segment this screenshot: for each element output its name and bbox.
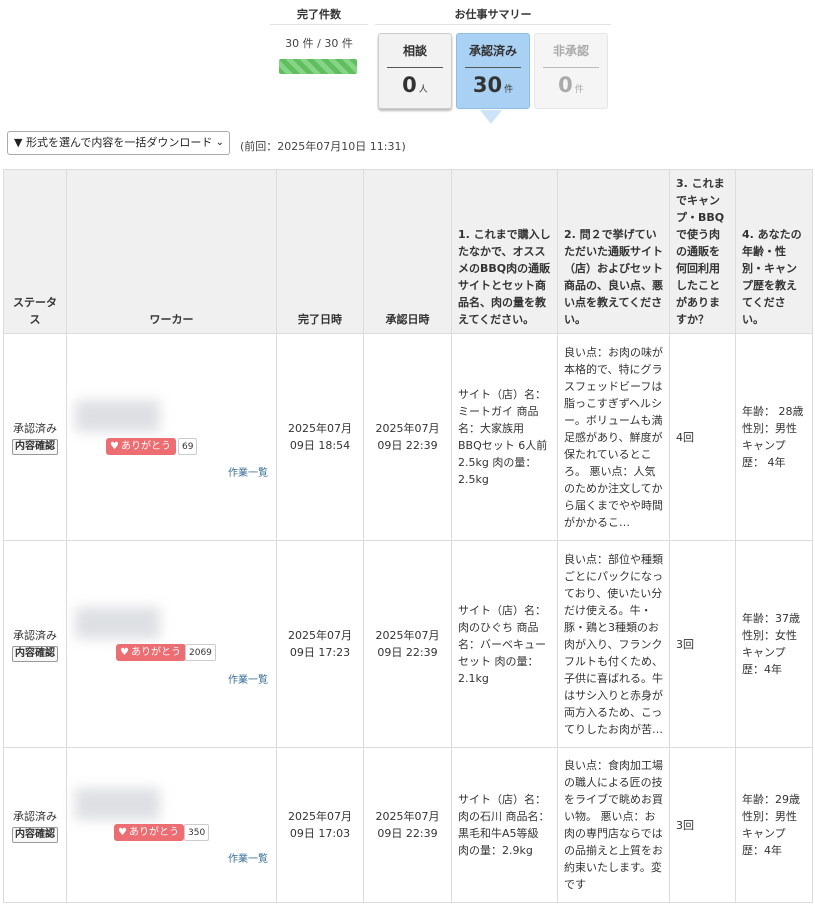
header-question-2[interactable]: 2. 問２で挙げていただいた通販サイト（店）およびセット商品の、良い点、悪い点を… [557, 169, 670, 334]
worklist-link[interactable]: 作業一覧 [228, 465, 268, 482]
card-label: 非承認 [552, 44, 589, 58]
done-at-cell: 2025年07月09日 17:23 [276, 540, 364, 748]
download-select-label: ▼ 形式を選んで内容を一括ダウンロード [14, 136, 213, 149]
worker-name-blurred [75, 788, 160, 820]
done-count-title: 完了件数 [297, 8, 341, 21]
divider [465, 67, 521, 68]
done-progress-fill [279, 59, 357, 74]
answer-q4: 年齢：37歳 性別：女性 キャンプ歴：4年 [735, 540, 813, 748]
divider [387, 67, 443, 68]
answer-q3: 3回 [669, 540, 736, 748]
summary-card-consult[interactable]: 相談 0人 [378, 33, 452, 109]
work-summary-panel: お仕事サマリー 相談 0人 承認済み 30 件 非承認 0件 [375, 0, 611, 128]
done-count-panel: 完了件数 30 件 / 30 件 [270, 0, 368, 110]
thanks-button[interactable]: ♥ ありがとう [106, 438, 176, 455]
table-row: 承認済み 内容確認 ♥ ありがとう 2069 作業一覧 2025年07月09日 1… [3, 540, 813, 748]
approved-at-cell: 2025年07月09日 22:39 [363, 747, 452, 903]
worker-cell: ♥ ありがとう 2069 作業一覧 [66, 540, 277, 748]
header-status[interactable]: ステータス [3, 169, 67, 334]
previous-download-time: (前回：2025年07月10日 11:31) [240, 140, 406, 153]
status-cell: 承認済み 内容確認 [3, 747, 67, 903]
card-label: 相談 [402, 44, 427, 58]
heart-icon: ♥ [120, 647, 129, 658]
worker-cell: ♥ ありがとう 69 作業一覧 [66, 333, 277, 541]
status-cell: 承認済み 内容確認 [3, 333, 67, 541]
header-question-3[interactable]: 3. これまでキャンプ・BBQで使う肉の通販を何回利用したことがありますか？ [669, 169, 736, 334]
answer-q3: 4回 [669, 333, 736, 541]
done-at-cell: 2025年07月09日 18:54 [276, 333, 364, 541]
answer-q2: 良い点：部位や種類ごとにパックになっており、使いたい分だけ使える。牛・豚・鶏と3… [557, 540, 670, 748]
detail-button[interactable]: 内容確認 [12, 826, 58, 843]
thanks-button[interactable]: ♥ ありがとう [116, 644, 186, 661]
detail-button[interactable]: 内容確認 [12, 438, 58, 455]
table-row: 承認済み 内容確認 ♥ ありがとう 69 作業一覧 2025年07月09日 18:… [3, 333, 813, 541]
done-count-value: 30 件 / 30 件 [285, 37, 353, 50]
answer-q2: 良い点：お肉の味が本格的で、特にグラスフェッドビーフは脂っこすぎずヘルシー。ボリ… [557, 333, 670, 541]
divider [270, 24, 368, 25]
heart-icon: ♥ [110, 441, 119, 452]
divider [375, 24, 611, 25]
summary-card-rejected[interactable]: 非承認 0件 [534, 33, 608, 109]
card-value: 0人 [402, 73, 428, 97]
chevron-down-icon: ⌄ [215, 137, 224, 148]
approved-at-cell: 2025年07月09日 22:39 [363, 333, 452, 541]
header-worker[interactable]: ワーカー [66, 169, 277, 334]
download-format-select[interactable]: ▼ 形式を選んで内容を一括ダウンロード ⌄ [7, 131, 230, 155]
header-question-1[interactable]: 1. これまで購入したなかで、オススメのBBQ肉の通販サイトとセット商品名、肉の… [451, 169, 558, 334]
answer-q2: 良い点：食肉加工場の職人による匠の技をライブで眺めお買い物。 悪い点：お肉の専門… [557, 747, 670, 903]
divider [543, 67, 599, 68]
worklist-link[interactable]: 作業一覧 [228, 851, 268, 868]
table-row: 承認済み 内容確認 ♥ ありがとう 350 作業一覧 2025年07月09日 17… [3, 747, 813, 903]
answer-q4: 年齢：29歳 性別：男性 キャンプ歴：4年 [735, 747, 813, 903]
worker-name-blurred [75, 607, 160, 639]
thanks-count: 350 [184, 824, 210, 841]
status-cell: 承認済み 内容確認 [3, 540, 67, 748]
selected-card-pointer [480, 110, 502, 124]
status-text: 承認済み [13, 421, 57, 435]
status-text: 承認済み [13, 809, 57, 823]
status-text: 承認済み [13, 628, 57, 642]
table-header-row: ステータス ワーカー 完了日時 承認日時 1. これまで購入したなかで、オススメ… [3, 169, 813, 334]
thanks-count: 2069 [185, 644, 216, 661]
results-table: ステータス ワーカー 完了日時 承認日時 1. これまで購入したなかで、オススメ… [3, 169, 813, 903]
answer-q1: サイト（店）名：肉の石川 商品名：黒毛和牛A5等級 肉の量：2.9kg [451, 747, 558, 903]
answer-q4: 年齢： 28歳 性別：男性 キャンプ歴： 4年 [735, 333, 813, 541]
approved-at-cell: 2025年07月09日 22:39 [363, 540, 452, 748]
done-at-cell: 2025年07月09日 17:03 [276, 747, 364, 903]
worklist-link[interactable]: 作業一覧 [228, 672, 268, 689]
detail-button[interactable]: 内容確認 [12, 645, 58, 662]
work-summary-title: お仕事サマリー [454, 8, 532, 21]
summary-panel: 完了件数 30 件 / 30 件 お仕事サマリー 相談 0人 承認済み 30 件 … [0, 0, 815, 128]
thanks-count: 69 [178, 438, 198, 455]
header-question-4[interactable]: 4. あなたの年齢・性別・キャンプ歴を教えてください。 [735, 169, 813, 334]
answer-q1: サイト（店）名：肉のひぐち 商品名：バーベキューセット 肉の量：2.1kg [451, 540, 558, 748]
answer-q3: 3回 [669, 747, 736, 903]
thanks-button[interactable]: ♥ ありがとう [114, 824, 184, 841]
card-label: 承認済み [468, 44, 517, 58]
heart-icon: ♥ [118, 827, 127, 838]
worker-name-blurred [75, 400, 160, 432]
worker-cell: ♥ ありがとう 350 作業一覧 [66, 747, 277, 903]
header-done-at[interactable]: 完了日時 [276, 169, 364, 334]
summary-card-approved[interactable]: 承認済み 30 件 [456, 33, 530, 109]
card-value: 30 件 [472, 73, 514, 97]
done-progress-bar [279, 59, 357, 74]
card-value: 0件 [558, 73, 584, 97]
header-approved-at[interactable]: 承認日時 [363, 169, 452, 334]
answer-q1: サイト（店）名：ミートガイ 商品名：大家族用 BBQセット 6人前 2.5kg … [451, 333, 558, 541]
